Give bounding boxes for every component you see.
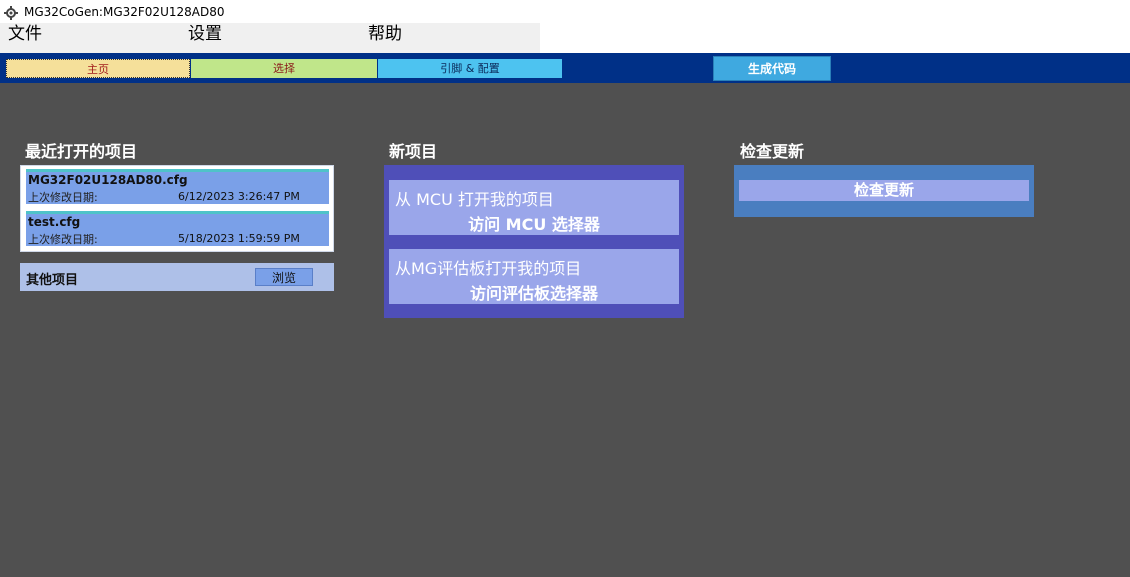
menu-help[interactable]: 帮助	[360, 23, 540, 53]
other-projects-row: 其他项目 浏览	[20, 263, 334, 291]
open-from-mcu-text: 从 MCU 打开我的项目	[395, 190, 554, 209]
recent-projects-title: 最近打开的项目	[25, 142, 138, 161]
new-project-title: 新项目	[389, 142, 438, 161]
recent-projects-list: MG32F02U128AD80.cfg 上次修改日期: 6/12/2023 3:…	[20, 165, 334, 252]
check-updates-title: 检查更新	[740, 142, 805, 161]
modified-label: 上次修改日期:	[28, 191, 98, 204]
recent-project-item[interactable]: test.cfg 上次修改日期: 5/18/2023 1:59:59 PM	[26, 211, 329, 246]
browse-button[interactable]: 浏览	[255, 268, 313, 286]
title-bar: MG32CoGen:MG32F02U128AD80	[0, 0, 1130, 23]
modified-date: 6/12/2023 3:26:47 PM	[178, 190, 300, 203]
menu-settings[interactable]: 设置	[180, 23, 360, 53]
check-updates-panel: 检查更新	[734, 165, 1034, 217]
other-projects-label: 其他项目	[26, 273, 79, 288]
modified-label: 上次修改日期:	[28, 233, 98, 246]
recent-project-name: test.cfg	[28, 215, 81, 229]
gear-app-icon	[4, 5, 18, 20]
nav-toolbar: 主页 选择 引脚 & 配置 生成代码	[0, 53, 1130, 83]
window-title: MG32CoGen:MG32F02U128AD80	[24, 4, 225, 19]
open-from-board-text: 从MG评估板打开我的项目	[395, 259, 582, 278]
menu-bar: 文件 设置 帮助	[0, 23, 540, 53]
open-from-board-card[interactable]: 从MG评估板打开我的项目 访问评估板选择器	[389, 249, 679, 304]
tab-home[interactable]: 主页	[6, 59, 190, 78]
new-project-panel: 从 MCU 打开我的项目 访问 MCU 选择器 从MG评估板打开我的项目 访问评…	[384, 165, 684, 318]
generate-code-button[interactable]: 生成代码	[713, 56, 831, 81]
recent-project-item[interactable]: MG32F02U128AD80.cfg 上次修改日期: 6/12/2023 3:…	[26, 169, 329, 204]
tab-select[interactable]: 选择	[191, 59, 377, 78]
modified-date: 5/18/2023 1:59:59 PM	[178, 232, 300, 245]
board-selector-link[interactable]: 访问评估板选择器	[389, 280, 679, 304]
recent-project-name: MG32F02U128AD80.cfg	[28, 173, 188, 187]
tab-pins-config[interactable]: 引脚 & 配置	[378, 59, 562, 78]
check-updates-button[interactable]: 检查更新	[739, 180, 1029, 201]
menu-bar-filler	[540, 23, 1130, 53]
mcu-selector-link[interactable]: 访问 MCU 选择器	[389, 211, 679, 235]
open-from-mcu-card[interactable]: 从 MCU 打开我的项目 访问 MCU 选择器	[389, 180, 679, 235]
menu-file[interactable]: 文件	[0, 23, 180, 53]
